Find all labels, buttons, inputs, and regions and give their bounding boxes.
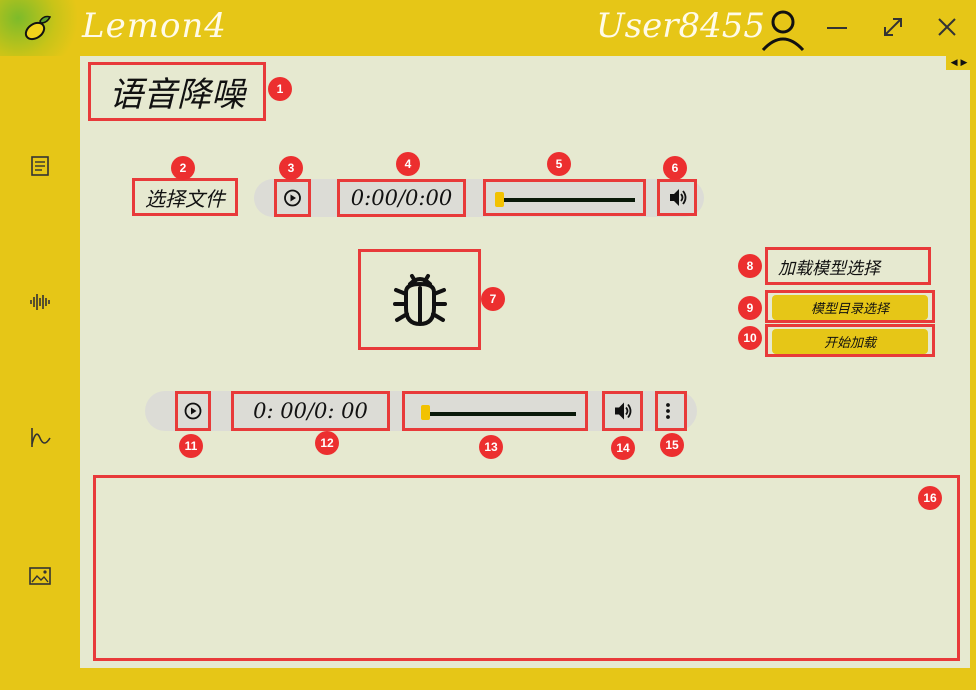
model-dir-select-button[interactable]: 模型目录选择 [772, 295, 928, 320]
start-load-box: 开始加载 [765, 324, 935, 357]
badge-3: 3 [279, 156, 303, 180]
input-progress-slider[interactable] [483, 179, 646, 216]
output-volume-button[interactable] [602, 391, 643, 431]
more-options-button[interactable] [655, 391, 687, 431]
output-panel [93, 475, 960, 661]
scroll-arrows[interactable]: ◀ ▶ [946, 56, 972, 70]
waveform-icon[interactable] [26, 288, 54, 316]
page-title: 语音降噪 [88, 62, 266, 121]
maximize-icon[interactable] [880, 14, 906, 40]
model-dir-select-box: 模型目录选择 [765, 290, 935, 323]
user-name: User8455 [596, 6, 766, 46]
start-load-button[interactable]: 开始加载 [772, 329, 928, 354]
badge-2: 2 [171, 156, 195, 180]
image-icon[interactable] [26, 562, 54, 590]
sidebar [0, 56, 80, 690]
output-play-button[interactable] [175, 391, 211, 431]
bug-icon [392, 273, 447, 326]
output-time-display: 0: 00/0: 00 [231, 391, 390, 431]
play-icon [284, 189, 301, 207]
input-volume-button[interactable] [657, 179, 697, 216]
badge-5: 5 [547, 152, 571, 176]
load-model-label: 加载模型选择 [765, 247, 931, 285]
badge-1: 1 [268, 77, 292, 101]
input-play-button[interactable] [274, 179, 311, 217]
slider-track [495, 198, 635, 202]
badge-11: 11 [179, 434, 203, 458]
badge-10: 10 [738, 326, 762, 350]
volume-icon [615, 402, 632, 420]
arrow-right-icon[interactable]: ▶ [961, 58, 968, 68]
slider-handle[interactable] [495, 192, 504, 207]
badge-9: 9 [738, 296, 762, 320]
lemon-logo-icon [24, 15, 52, 41]
badge-7: 7 [481, 287, 505, 311]
logo-area [0, 0, 80, 56]
badge-12: 12 [315, 431, 339, 455]
volume-icon [670, 189, 687, 206]
input-time-display: 0:00/0:00 [337, 179, 466, 217]
close-icon[interactable] [934, 14, 960, 40]
play-icon [184, 402, 202, 420]
slider-handle[interactable] [421, 405, 430, 420]
badge-8: 8 [738, 254, 762, 278]
badge-4: 4 [396, 152, 420, 176]
denoise-process-button[interactable] [358, 249, 481, 350]
more-vertical-icon [666, 403, 670, 419]
badge-16: 16 [918, 486, 942, 510]
title-bar: Lemon4 User8455 [0, 0, 976, 56]
arrow-left-icon[interactable]: ◀ [951, 58, 958, 68]
select-file-button[interactable]: 选择文件 [132, 178, 238, 216]
minimize-icon[interactable] [824, 14, 850, 40]
badge-14: 14 [611, 436, 635, 460]
output-progress-slider[interactable] [402, 391, 588, 431]
slider-track [423, 412, 576, 416]
curve-icon[interactable] [26, 424, 54, 452]
badge-15: 15 [660, 433, 684, 457]
badge-13: 13 [479, 435, 503, 459]
app-title: Lemon4 [82, 6, 227, 46]
user-icon[interactable] [760, 8, 806, 52]
badge-6: 6 [663, 156, 687, 180]
document-icon[interactable] [26, 152, 54, 180]
